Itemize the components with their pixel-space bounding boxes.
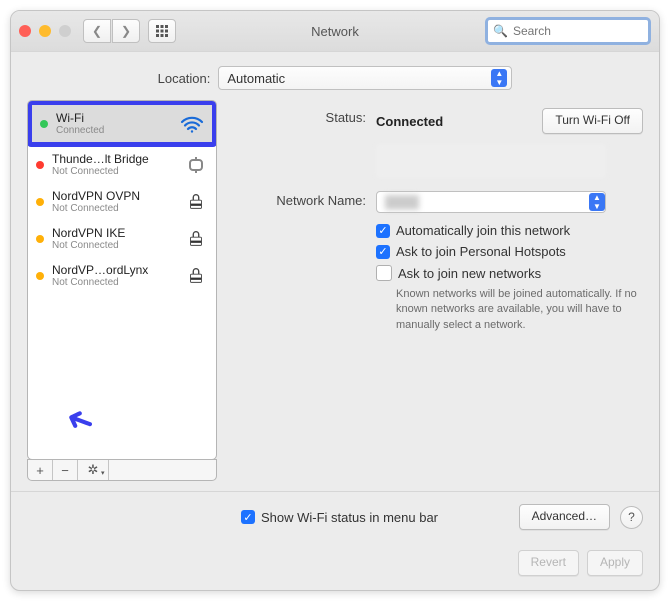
new-networks-checkbox[interactable]: Ask to join new networks xyxy=(376,265,643,281)
gear-icon: ✲▾ xyxy=(88,462,99,478)
revert-button: Revert xyxy=(518,550,579,576)
service-options-button[interactable]: ✲▾ xyxy=(78,460,109,480)
thunderbolt-icon xyxy=(182,155,210,175)
checkmark-icon: ✓ xyxy=(376,224,390,238)
service-item-vpn[interactable]: NordVP…ordLynx Not Connected xyxy=(28,257,216,294)
auto-join-checkbox[interactable]: ✓ Automatically join this network xyxy=(376,223,643,238)
service-item-vpn[interactable]: NordVPN OVPN Not Connected xyxy=(28,183,216,220)
hotspots-checkbox[interactable]: ✓ Ask to join Personal Hotspots xyxy=(376,244,643,259)
redacted-status-detail xyxy=(376,144,606,178)
wifi-toggle-button[interactable]: Turn Wi-Fi Off xyxy=(542,108,643,134)
network-name-label: Network Name: xyxy=(231,191,376,208)
chevron-updown-icon: ▲▼ xyxy=(491,69,507,87)
service-item-wifi[interactable]: Wi-Fi Connected xyxy=(27,100,217,147)
redacted-ssid: ████ xyxy=(385,195,589,209)
show-status-checkbox[interactable]: ✓ Show Wi-Fi status in menu bar xyxy=(241,510,438,525)
remove-service-button[interactable]: − xyxy=(53,460,78,480)
window-title: Network xyxy=(11,24,659,39)
location-label: Location: xyxy=(158,71,211,86)
status-dot xyxy=(36,272,44,280)
checkmark-icon: ✓ xyxy=(241,510,255,524)
sidebar-footer: + − ✲▾ xyxy=(27,459,217,481)
location-select[interactable]: Automatic ▲▼ xyxy=(218,66,512,90)
location-value: Automatic xyxy=(227,71,285,86)
status-dot xyxy=(36,235,44,243)
checkmark-icon: ✓ xyxy=(376,245,390,259)
vpn-lock-icon xyxy=(182,192,210,212)
service-item-vpn[interactable]: NordVPN IKE Not Connected xyxy=(28,220,216,257)
status-value: Connected xyxy=(376,114,443,129)
vpn-lock-icon xyxy=(182,266,210,286)
new-networks-explain: Known networks will be joined automatica… xyxy=(396,287,643,333)
titlebar: ❮ ❯ Network 🔍 xyxy=(11,11,659,52)
checkbox-empty-icon xyxy=(376,265,392,281)
annotation-arrow: ➜ xyxy=(60,397,100,444)
add-service-button[interactable]: + xyxy=(28,460,53,480)
vpn-lock-icon xyxy=(182,229,210,249)
chevron-updown-icon: ▲▼ xyxy=(589,193,605,211)
status-dot xyxy=(40,120,48,128)
wifi-icon xyxy=(178,114,206,134)
network-preferences-window: ❮ ❯ Network 🔍 Location: Automatic ▲▼ xyxy=(10,10,660,591)
status-dot xyxy=(36,198,44,206)
network-name-select[interactable]: ████ ▲▼ xyxy=(376,191,606,213)
detail-panel: Status: Connected Turn Wi-Fi Off Network… xyxy=(231,100,643,481)
service-item-thunderbolt[interactable]: Thunde…lt Bridge Not Connected xyxy=(28,146,216,183)
services-sidebar: Wi-Fi Connected Thunde…lt Bridge Not Con… xyxy=(27,100,217,460)
status-label: Status: xyxy=(231,108,376,125)
apply-button: Apply xyxy=(587,550,643,576)
status-dot xyxy=(36,161,44,169)
help-button[interactable]: ? xyxy=(620,506,643,529)
advanced-button[interactable]: Advanced… xyxy=(519,504,610,530)
